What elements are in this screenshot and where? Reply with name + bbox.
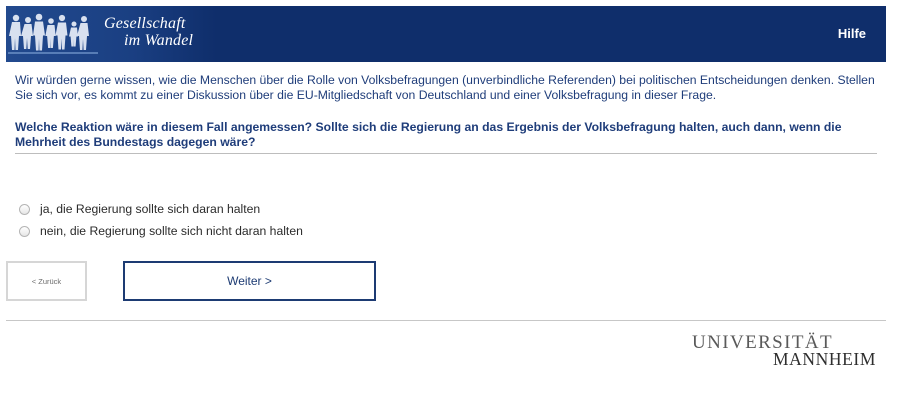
option-no-label: nein, die Regierung sollte sich nicht da… bbox=[40, 224, 303, 238]
back-button[interactable]: < Zurück bbox=[6, 261, 87, 301]
radio-yes[interactable] bbox=[19, 203, 30, 215]
radio-no[interactable] bbox=[19, 225, 30, 237]
people-silhouettes-icon bbox=[8, 13, 98, 54]
logo-line-1: Gesellschaft bbox=[104, 15, 186, 32]
logo-line-2: im Wandel bbox=[124, 32, 194, 49]
answer-options: ja, die Regierung sollte sich daran halt… bbox=[19, 198, 303, 242]
survey-page: Gesellschaft im Wandel Hilfe Wir würden … bbox=[0, 0, 897, 408]
help-link[interactable]: Hilfe bbox=[838, 26, 866, 41]
intro-text: Wir würden gerne wissen, wie die Mensche… bbox=[15, 73, 875, 102]
project-logo: Gesellschaft im Wandel bbox=[6, 6, 216, 62]
divider bbox=[15, 153, 877, 154]
university-logo: UNIVERSITÄT MANNHEIM bbox=[692, 333, 877, 370]
header-bar: Gesellschaft im Wandel Hilfe bbox=[6, 6, 886, 62]
university-logo-line-2: MANNHEIM bbox=[773, 349, 876, 369]
question-text: Welche Reaktion wäre in diesem Fall ange… bbox=[15, 120, 842, 149]
option-yes-label: ja, die Regierung sollte sich daran halt… bbox=[40, 202, 261, 216]
next-button[interactable]: Weiter > bbox=[123, 261, 376, 301]
option-no[interactable]: nein, die Regierung sollte sich nicht da… bbox=[19, 220, 303, 242]
project-logo-text: Gesellschaft im Wandel bbox=[104, 15, 193, 49]
footer-divider bbox=[6, 320, 886, 321]
option-yes[interactable]: ja, die Regierung sollte sich daran halt… bbox=[19, 198, 303, 220]
